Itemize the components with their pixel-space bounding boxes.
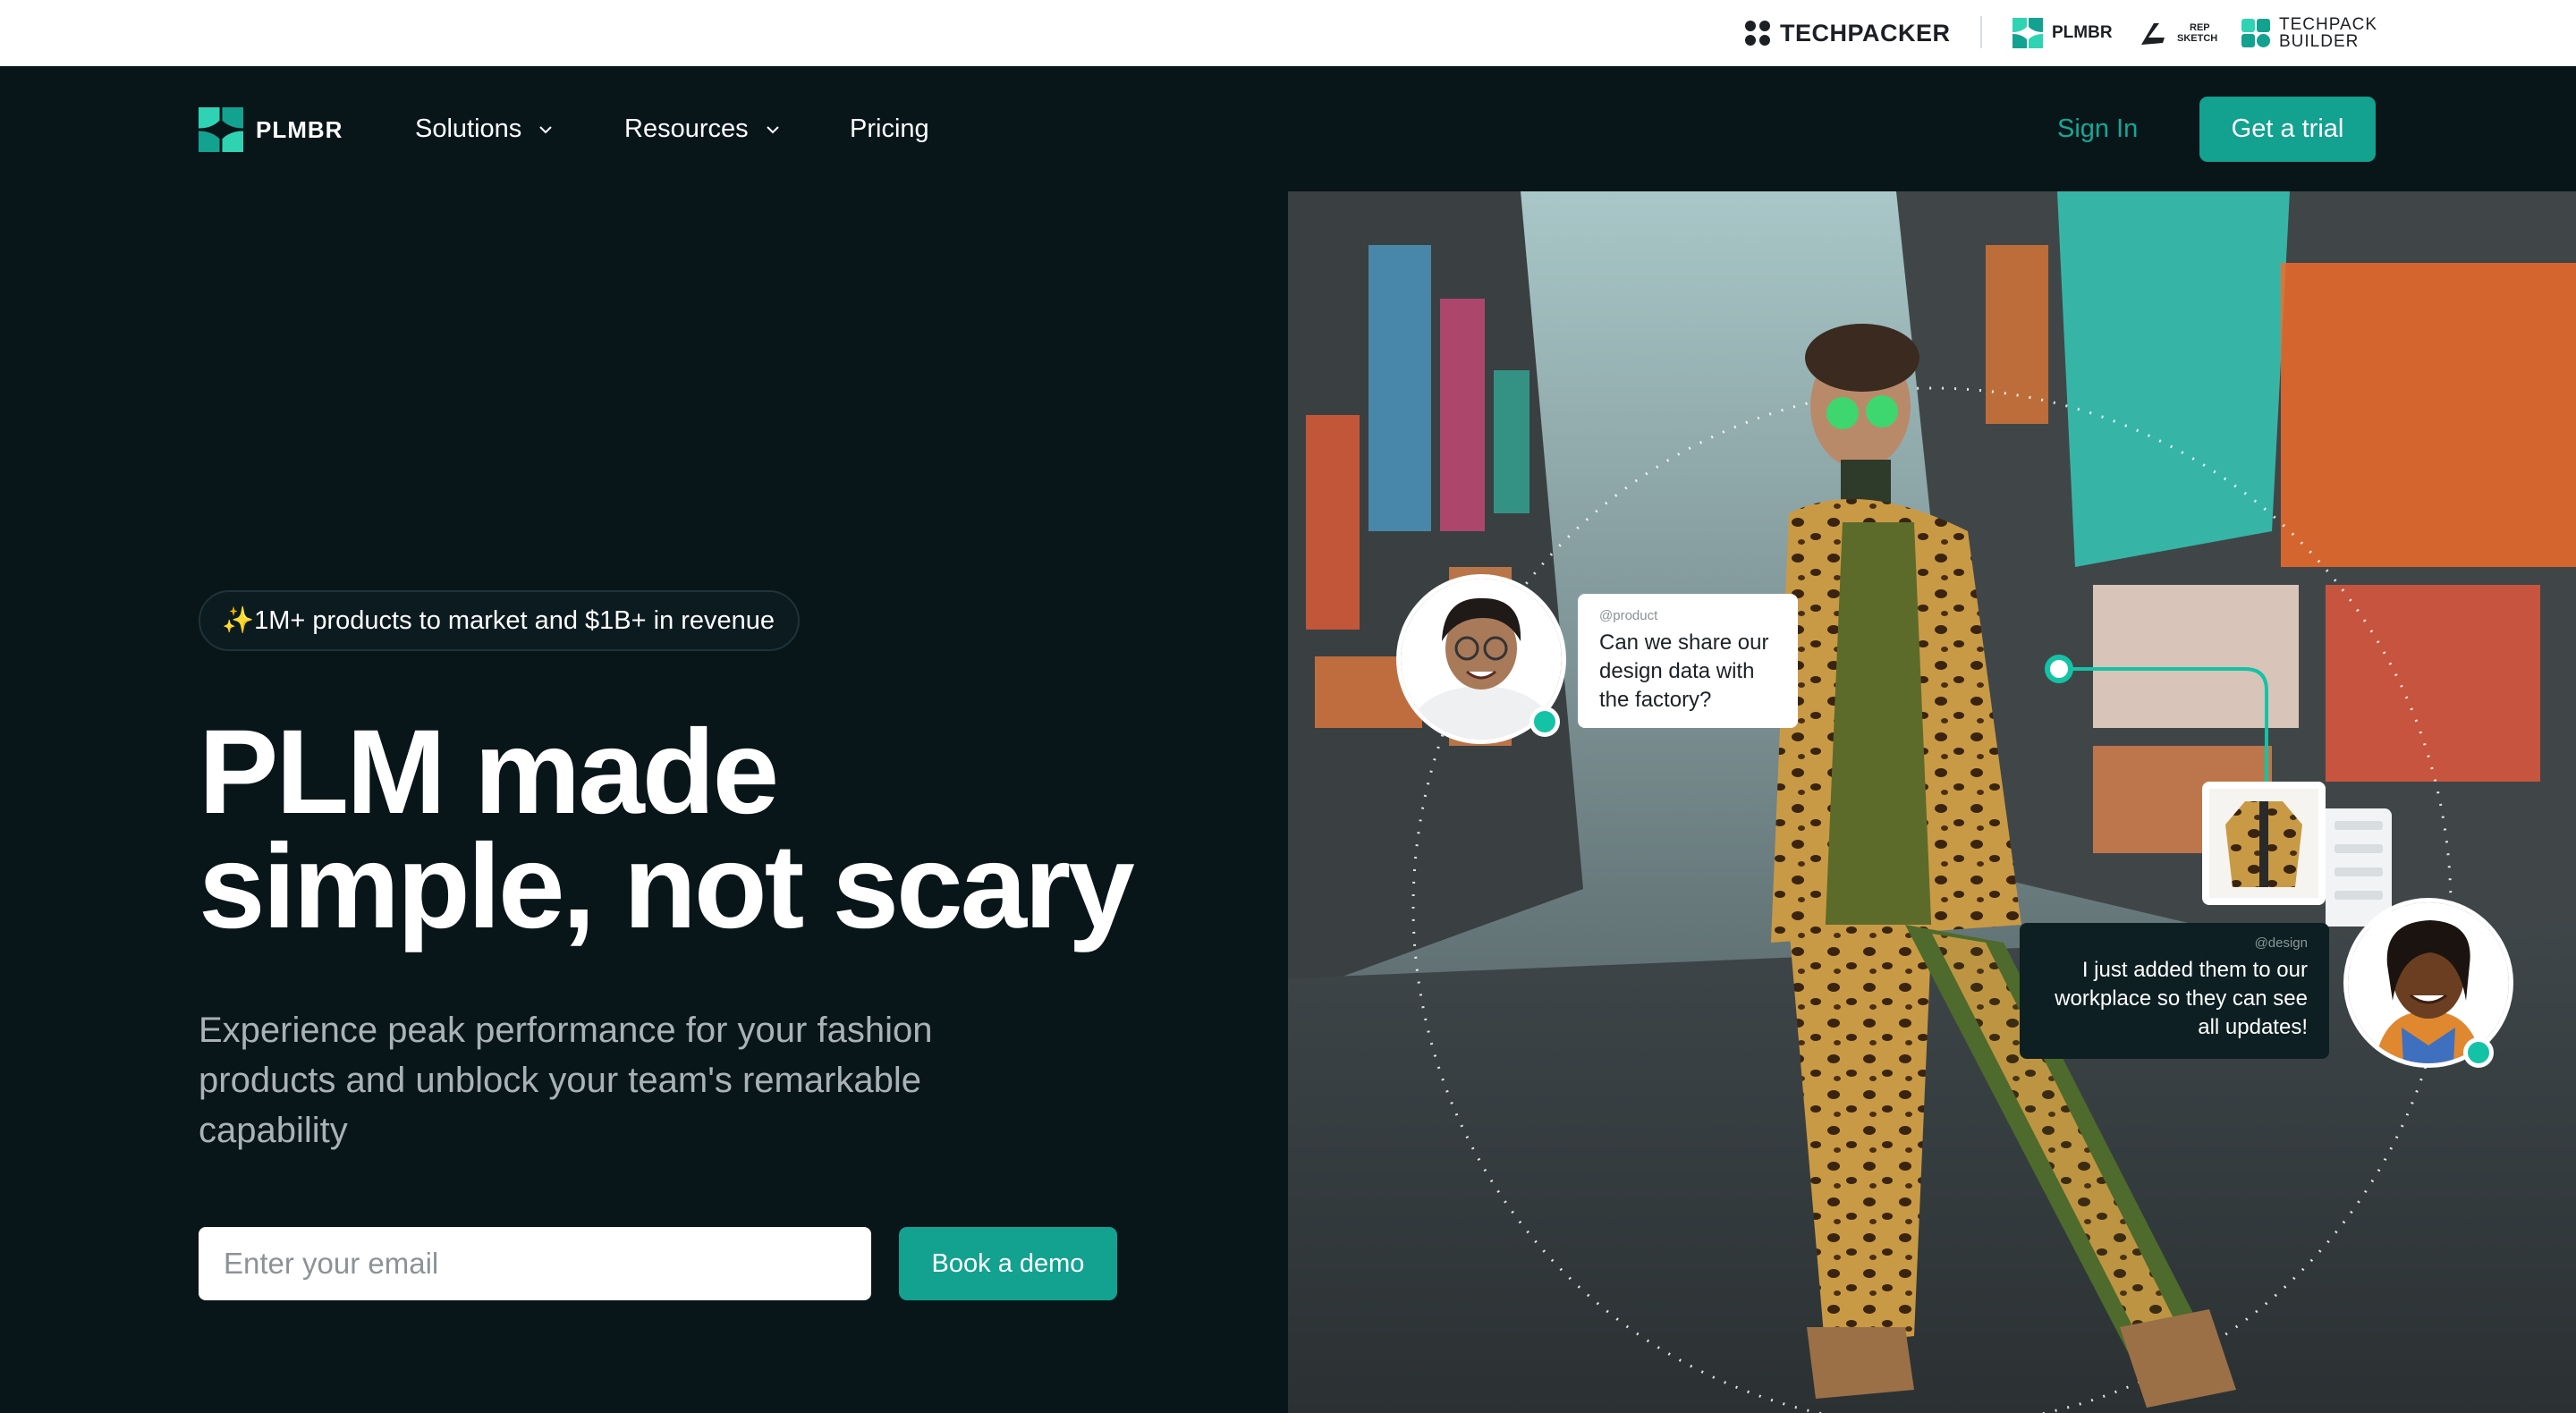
hero-subtext: Experience peak performance for your fas… bbox=[199, 1011, 933, 1150]
plmbr-logo-icon bbox=[199, 107, 243, 152]
chevron-down-icon bbox=[766, 125, 779, 133]
techpack-builder-brand[interactable]: TECHPACK BUILDER bbox=[2241, 0, 2377, 66]
design-tag: @design bbox=[2254, 935, 2308, 951]
sketch-label: SKETCH bbox=[2177, 33, 2218, 44]
spec-sheet-card bbox=[2326, 808, 2392, 926]
product-tag: @product bbox=[1599, 608, 1658, 623]
design-message: I just added them to our workplace so th… bbox=[2055, 958, 2308, 1039]
chevron-down-icon bbox=[539, 125, 553, 133]
nav-pricing-label: Pricing bbox=[850, 114, 929, 143]
main-nav: PLMBR Solutions Resources Pricing Sign I… bbox=[0, 66, 2576, 191]
get-trial-button[interactable]: Get a trial bbox=[2199, 97, 2376, 162]
logo-text: PLMBR bbox=[256, 115, 343, 143]
product-family-bar: TECHPACKER PLMBR REP SKETCH TECHPACK BUI… bbox=[0, 0, 2576, 66]
nav-resources[interactable]: Resources bbox=[624, 114, 781, 144]
product-chat-bubble: @product Can we share our design data wi… bbox=[1578, 594, 1798, 728]
plmbr-home-logo[interactable]: PLMBR bbox=[199, 107, 343, 152]
online-status-dot bbox=[1530, 706, 1560, 737]
builder-label: BUILDER bbox=[2279, 32, 2360, 51]
hero-image: @product Can we share our design data wi… bbox=[1288, 191, 2576, 1413]
book-demo-button[interactable]: Book a demo bbox=[899, 1227, 1117, 1300]
plmbr-label: PLMBR bbox=[2052, 23, 2113, 42]
design-chat-bubble: @design I just added them to our workpla… bbox=[2020, 923, 2329, 1059]
rep-sketch-brand[interactable]: REP SKETCH bbox=[2138, 0, 2217, 66]
rep-label: REP bbox=[2190, 22, 2210, 33]
stats-badge: ✨1M+ products to market and $1B+ in reve… bbox=[199, 590, 801, 651]
email-input[interactable] bbox=[199, 1227, 871, 1300]
jacket-image-icon bbox=[2209, 789, 2318, 898]
techpacker-logo-icon bbox=[1745, 21, 1770, 46]
nav-resources-label: Resources bbox=[624, 114, 749, 143]
techpacker-label: TECHPACKER bbox=[1780, 19, 1951, 47]
plmbr-brand[interactable]: PLMBR bbox=[2012, 0, 2113, 66]
nav-pricing[interactable]: Pricing bbox=[850, 114, 929, 144]
headline-line-2: simple, not scary bbox=[199, 820, 1135, 953]
street-scene-illustration bbox=[1288, 191, 2576, 1413]
hero-headline: PLM made simple, not scary bbox=[199, 706, 1272, 953]
nav-solutions[interactable]: Solutions bbox=[415, 114, 554, 144]
garment-thumbnail bbox=[2202, 782, 2326, 905]
techpacker-brand[interactable]: TECHPACKER bbox=[1744, 0, 1951, 66]
rep-sketch-logo-icon bbox=[2141, 23, 2165, 45]
product-message: Can we share our design data with the fa… bbox=[1599, 630, 1769, 712]
techpack-label: TECHPACK bbox=[2279, 15, 2378, 34]
sign-in-link[interactable]: Sign In bbox=[2057, 114, 2138, 144]
techpack-builder-logo-icon bbox=[2241, 19, 2270, 47]
online-status-dot bbox=[2463, 1037, 2494, 1068]
plmbr-logo-icon bbox=[2012, 18, 2043, 48]
headline-line-1: PLM made bbox=[199, 706, 779, 839]
brand-divider bbox=[1980, 16, 1982, 48]
nav-solutions-label: Solutions bbox=[415, 114, 522, 143]
